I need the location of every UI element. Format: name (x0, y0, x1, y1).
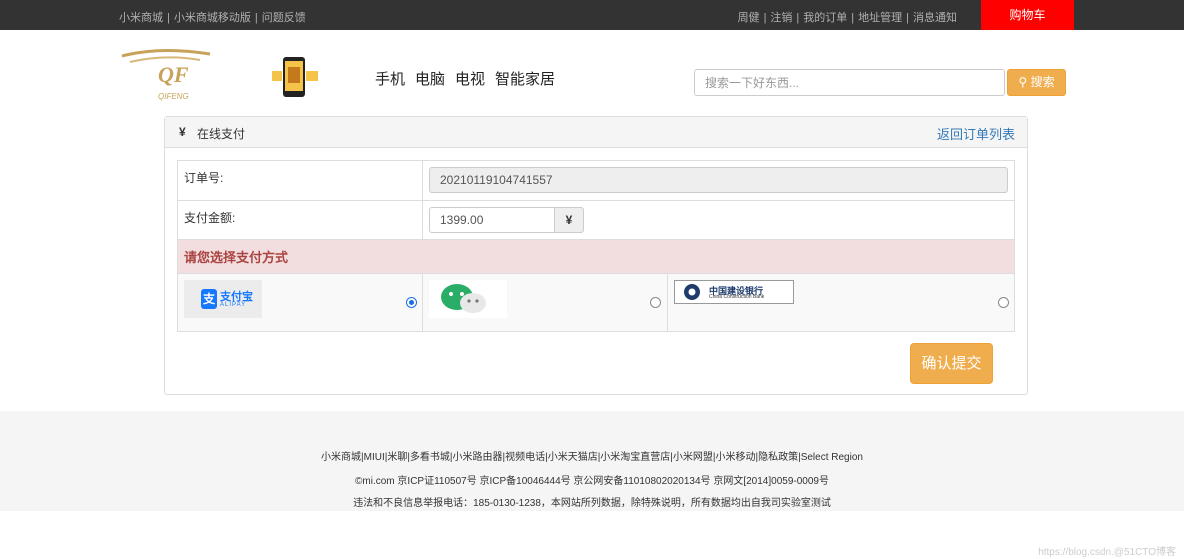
logo-text: QF (158, 62, 189, 87)
nav-phone[interactable]: 手机 (375, 71, 405, 88)
site-logo[interactable]: QF QIFENG (120, 44, 226, 106)
yen-addon-icon: ¥ (554, 207, 584, 233)
nav-smart-home[interactable]: 智能家居 (495, 71, 555, 88)
choose-payment-label: 请您选择支付方式 (177, 239, 1015, 274)
alipay-sub: ALIPAY (220, 302, 247, 308)
amount-cell: 1399.00 ¥ (422, 200, 1015, 240)
logo-subtext: QIFENG (158, 92, 189, 101)
link-username[interactable]: 周健 (738, 12, 760, 24)
wechat-radio[interactable] (650, 297, 661, 308)
watermark: https://blog.csdn.@51CTO博客 (1038, 547, 1176, 558)
confirm-submit-button[interactable]: 确认提交 (910, 343, 993, 384)
payment-option-ccb[interactable]: 中国建设银行 China Construction Bank (667, 273, 1015, 332)
payment-option-alipay[interactable]: 支 支付宝 ALIPAY (177, 273, 423, 332)
nav-computer[interactable]: 电脑 (415, 71, 445, 88)
phone-icon (270, 55, 320, 99)
payment-option-wechat[interactable] (422, 273, 668, 332)
top-left-links: 小米商城 | 小米商城移动版 | 问题反馈 (119, 12, 306, 24)
search-button[interactable]: ⚲ 搜索 (1007, 69, 1066, 96)
alipay-logo: 支 支付宝 ALIPAY (184, 280, 262, 318)
ccb-icon (684, 284, 700, 300)
top-bar: 小米商城 | 小米商城移动版 | 问题反馈 周健 | 注销 | 我的订单 | 地址管理 | 消息通知 购… (0, 0, 1184, 30)
yen-icon: ¥ (179, 125, 186, 139)
cart-button[interactable]: 购物车 (981, 0, 1074, 30)
ccb-radio[interactable] (998, 297, 1009, 308)
link-xiaomi-mall[interactable]: 小米商城 (119, 12, 163, 24)
link-mobile-mall[interactable]: 小米商城移动版 (174, 12, 251, 24)
link-logout[interactable]: 注销 (770, 12, 792, 24)
payment-table: 订单号: 20210119104741557 支付金额: 1399.00 ¥ 请… (177, 160, 1015, 332)
wechat-logo (429, 280, 507, 318)
search-input[interactable] (694, 69, 1005, 96)
alipay-radio[interactable] (406, 297, 417, 308)
search-button-label: 搜索 (1030, 75, 1055, 89)
link-messages[interactable]: 消息通知 (913, 12, 957, 24)
footer: 小米商城|MIUI|米聊|多看书城|小米路由器|视频电话|小米天猫店|小米淘宝直… (0, 411, 1184, 511)
footer-links[interactable]: 小米商城|MIUI|米聊|多看书城|小米路由器|视频电话|小米天猫店|小米淘宝直… (0, 448, 1184, 463)
table-row: 请您选择支付方式 (177, 239, 1015, 274)
table-row: 支付金额: 1399.00 ¥ (177, 200, 1015, 240)
nav-tv[interactable]: 电视 (455, 71, 485, 88)
panel-title: 在线支付 (197, 127, 246, 141)
search-icon: ⚲ (1018, 75, 1028, 89)
panel-heading: ¥ 在线支付 返回订单列表 (165, 117, 1027, 148)
ccb-logo: 中国建设银行 China Construction Bank (674, 280, 794, 304)
back-to-orders-link[interactable]: 返回订单列表 (937, 124, 1015, 143)
amount-label: 支付金额: (177, 200, 423, 240)
table-row: 订单号: 20210119104741557 (177, 160, 1015, 201)
footer-icp: ©mi.com 京ICP证110507号 京ICP备10046444号 京公网安… (355, 476, 829, 487)
payment-panel: ¥ 在线支付 返回订单列表 订单号: 20210119104741557 支付金… (164, 116, 1028, 395)
order-number-cell: 20210119104741557 (422, 160, 1015, 201)
amount-field: 1399.00 (429, 207, 554, 233)
table-row: 支 支付宝 ALIPAY 中国建设银行 China Construction B… (177, 273, 1015, 332)
order-number-field: 20210119104741557 (429, 167, 1008, 193)
link-feedback[interactable]: 问题反馈 (262, 12, 306, 24)
wechat-icon (441, 284, 486, 313)
alipay-icon: 支 (201, 289, 217, 309)
top-right-links: 周健 | 注销 | 我的订单 | 地址管理 | 消息通知 (737, 12, 957, 24)
link-my-orders[interactable]: 我的订单 (803, 12, 847, 24)
main-nav: 手机 电脑 电视 智能家居 (375, 68, 565, 89)
footer-notice: 违法和不良信息举报电话：185-0130-1238，本网站所列数据，除特殊说明，… (353, 498, 831, 509)
ccb-sub: China Construction Bank (709, 294, 765, 300)
link-address[interactable]: 地址管理 (858, 12, 902, 24)
order-number-label: 订单号: (177, 160, 423, 201)
